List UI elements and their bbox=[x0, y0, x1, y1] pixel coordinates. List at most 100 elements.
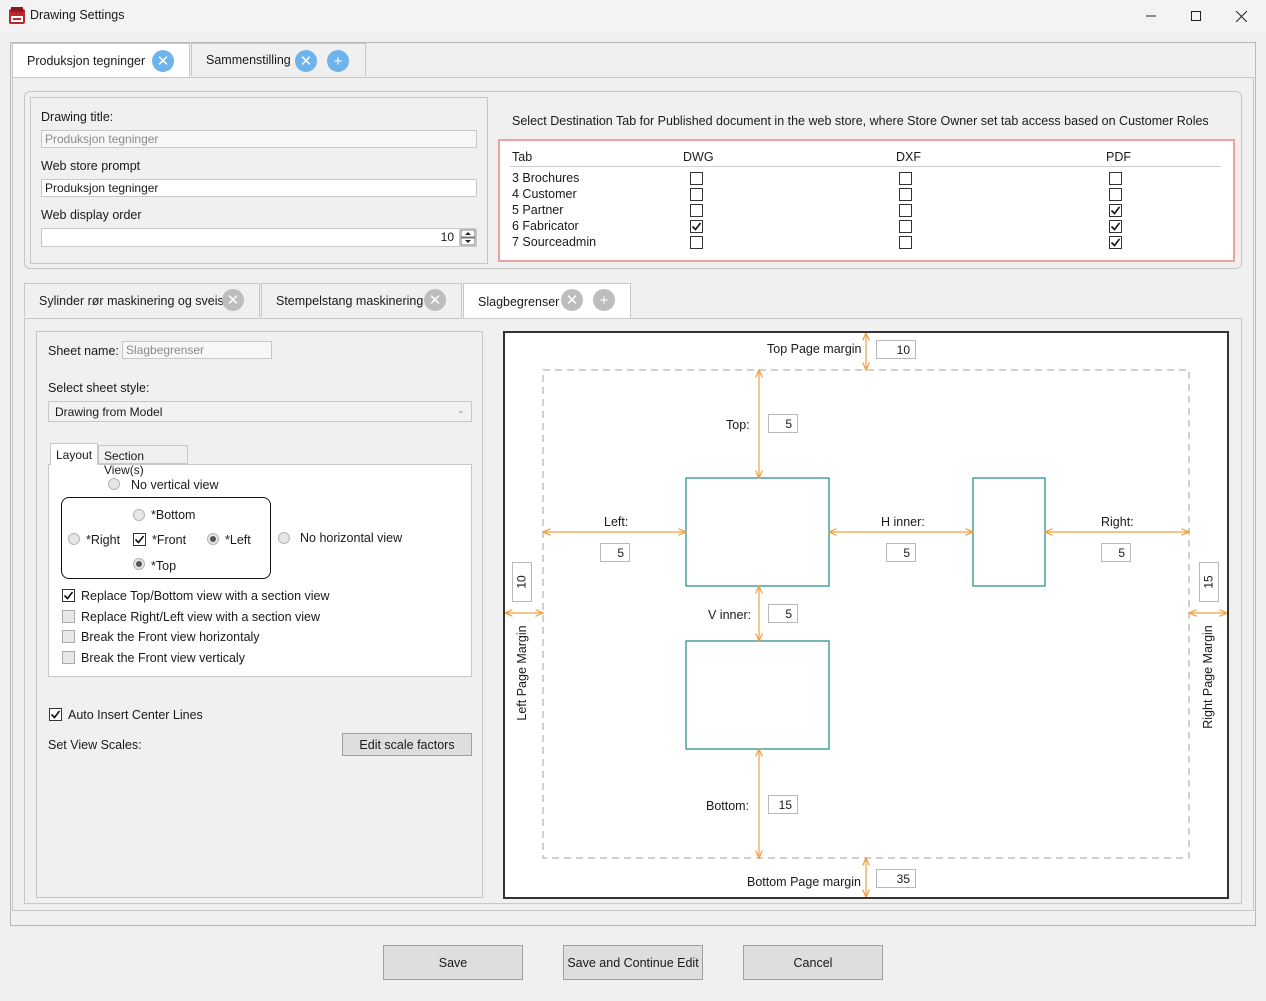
right-page-margin-label: Right Page Margin bbox=[1201, 625, 1215, 729]
top-spacing-label: Top: bbox=[726, 418, 750, 432]
bottom-spacing-input[interactable]: 15 bbox=[768, 795, 798, 814]
maximize-button[interactable] bbox=[1173, 0, 1219, 32]
right-page-margin-value: 15 bbox=[1201, 575, 1216, 589]
dxf-checkbox[interactable] bbox=[899, 220, 912, 233]
section-option-checkbox[interactable] bbox=[62, 650, 75, 664]
dxf-checkbox[interactable] bbox=[899, 204, 912, 217]
section-option-checkbox[interactable] bbox=[62, 609, 75, 623]
h-inner-label: H inner: bbox=[881, 515, 925, 529]
right-page-margin-input[interactable]: 15 bbox=[1199, 562, 1219, 602]
destination-row-label: 6 Fabricator bbox=[512, 219, 579, 233]
dwg-checkbox[interactable] bbox=[690, 236, 703, 249]
top-page-margin-input[interactable]: 10 bbox=[876, 340, 916, 359]
destination-row-label: 7 Sourceadmin bbox=[512, 235, 597, 249]
title-bar bbox=[0, 0, 1266, 32]
radio-no-horizontal[interactable] bbox=[278, 532, 290, 544]
dwg-checkbox[interactable] bbox=[690, 220, 703, 233]
close-tab-icon[interactable]: ✕ bbox=[152, 50, 174, 72]
layout-diagram-canvas bbox=[505, 333, 1227, 897]
checkmark-icon bbox=[1110, 238, 1121, 247]
right-view-label: *Right bbox=[86, 533, 121, 547]
close-tab-icon[interactable]: ✕ bbox=[561, 289, 583, 311]
destination-row-label: 5 Partner bbox=[512, 203, 564, 217]
top-page-margin-label: Top Page margin bbox=[767, 342, 862, 356]
view-scales-label: Set View Scales: bbox=[48, 738, 142, 752]
auto-center-lines-label: Auto Insert Center Lines bbox=[68, 708, 203, 722]
h-inner-input[interactable]: 5 bbox=[886, 543, 916, 562]
dxf-checkbox[interactable] bbox=[899, 188, 912, 201]
section-option-label: Break the Front view verticaly bbox=[81, 650, 245, 665]
sheet-style-label: Select sheet style: bbox=[48, 381, 150, 395]
minimize-button[interactable] bbox=[1128, 0, 1174, 32]
sheet-tab-stempelstang[interactable]: Stempelstang maskinering ✕ bbox=[261, 283, 462, 317]
dxf-checkbox[interactable] bbox=[899, 236, 912, 249]
maximize-icon bbox=[1191, 11, 1201, 21]
close-tab-icon[interactable]: ✕ bbox=[222, 289, 244, 311]
drawing-title-input[interactable]: Produksjon tegninger bbox=[41, 130, 477, 148]
bottom-page-margin-input[interactable]: 35 bbox=[876, 869, 916, 888]
sheet-style-select[interactable]: Drawing from Model bbox=[48, 401, 472, 422]
close-tab-icon[interactable]: ✕ bbox=[424, 289, 446, 311]
dwg-checkbox[interactable] bbox=[690, 204, 703, 217]
cancel-button[interactable]: Cancel bbox=[743, 945, 883, 980]
tab-produksjon-tegninger[interactable]: Produksjon tegninger ✕ bbox=[12, 43, 190, 78]
v-inner-input[interactable]: 5 bbox=[768, 604, 798, 623]
web-display-order-label: Web display order bbox=[41, 208, 142, 222]
left-page-margin-label: Left Page Margin bbox=[515, 625, 529, 721]
checkmark-icon bbox=[1110, 206, 1121, 215]
sheet-name-input[interactable]: Slagbegrenser bbox=[122, 341, 272, 359]
tab-label: Stempelstang maskinering bbox=[276, 293, 424, 308]
left-page-margin-value: 10 bbox=[514, 575, 529, 589]
radio-left[interactable] bbox=[207, 533, 219, 545]
destination-instruction: Select Destination Tab for Published doc… bbox=[512, 114, 1209, 128]
sheet-tab-sylinder[interactable]: Sylinder rør maskinering og sveis ✕ bbox=[24, 283, 260, 317]
left-page-margin-input[interactable]: 10 bbox=[512, 562, 532, 602]
save-continue-button[interactable]: Save and Continue Edit bbox=[563, 945, 703, 980]
pdf-checkbox[interactable] bbox=[1109, 172, 1122, 185]
save-button[interactable]: Save bbox=[383, 945, 523, 980]
header-divider bbox=[510, 166, 1221, 167]
app-icon bbox=[9, 7, 25, 24]
destination-row-label: 4 Customer bbox=[512, 187, 577, 201]
drawing-title-label: Drawing title: bbox=[41, 110, 114, 124]
edit-scale-factors-button[interactable]: Edit scale factors bbox=[342, 733, 472, 756]
radio-top[interactable] bbox=[133, 558, 145, 570]
dwg-checkbox[interactable] bbox=[690, 172, 703, 185]
pdf-checkbox[interactable] bbox=[1109, 188, 1122, 201]
add-tab-icon[interactable]: + bbox=[593, 289, 615, 311]
section-option-label: Replace Right/Left view with a section v… bbox=[81, 609, 321, 624]
left-spacing-input[interactable]: 5 bbox=[600, 543, 630, 562]
section-option-checkbox[interactable] bbox=[62, 630, 75, 643]
pdf-checkbox[interactable] bbox=[1109, 204, 1122, 217]
dxf-checkbox[interactable] bbox=[899, 172, 912, 185]
top-spacing-input[interactable]: 5 bbox=[768, 414, 798, 433]
close-button[interactable] bbox=[1218, 0, 1264, 32]
tab-layout[interactable]: Layout bbox=[50, 443, 98, 465]
checkmark-icon bbox=[134, 535, 145, 544]
add-tab-icon[interactable]: + bbox=[327, 50, 349, 72]
sheet-tab-slagbegrenser[interactable]: Slagbegrenser ✕ + bbox=[463, 283, 631, 319]
radio-right[interactable] bbox=[68, 533, 80, 545]
dimension-arrows bbox=[505, 333, 1227, 897]
bottom-spacing-label: Bottom: bbox=[706, 799, 750, 813]
web-display-order-input[interactable]: 10 bbox=[41, 228, 477, 247]
dwg-checkbox[interactable] bbox=[690, 188, 703, 201]
side-view-box bbox=[972, 477, 1046, 587]
close-tab-icon[interactable]: ✕ bbox=[295, 50, 317, 72]
pdf-checkbox[interactable] bbox=[1109, 236, 1122, 249]
col-header-dwg: DWG bbox=[683, 150, 714, 164]
front-view-checkbox[interactable] bbox=[133, 533, 146, 546]
tab-section-views[interactable]: Section View(s) bbox=[98, 445, 188, 477]
top-view-box bbox=[685, 640, 830, 750]
pdf-checkbox[interactable] bbox=[1109, 220, 1122, 233]
radio-no-vertical[interactable] bbox=[108, 478, 120, 490]
tab-sammenstilling[interactable]: Sammenstilling ✕ + bbox=[191, 43, 366, 76]
right-spacing-input[interactable]: 5 bbox=[1101, 543, 1131, 562]
checkmark-icon bbox=[691, 222, 702, 231]
order-spinner[interactable] bbox=[459, 229, 476, 246]
section-option-checkbox[interactable] bbox=[62, 589, 75, 602]
web-store-prompt-input[interactable]: Produksjon tegninger bbox=[41, 179, 477, 197]
radio-bottom[interactable] bbox=[133, 509, 145, 521]
front-view-box bbox=[685, 477, 830, 587]
auto-center-lines-checkbox[interactable] bbox=[49, 708, 62, 721]
